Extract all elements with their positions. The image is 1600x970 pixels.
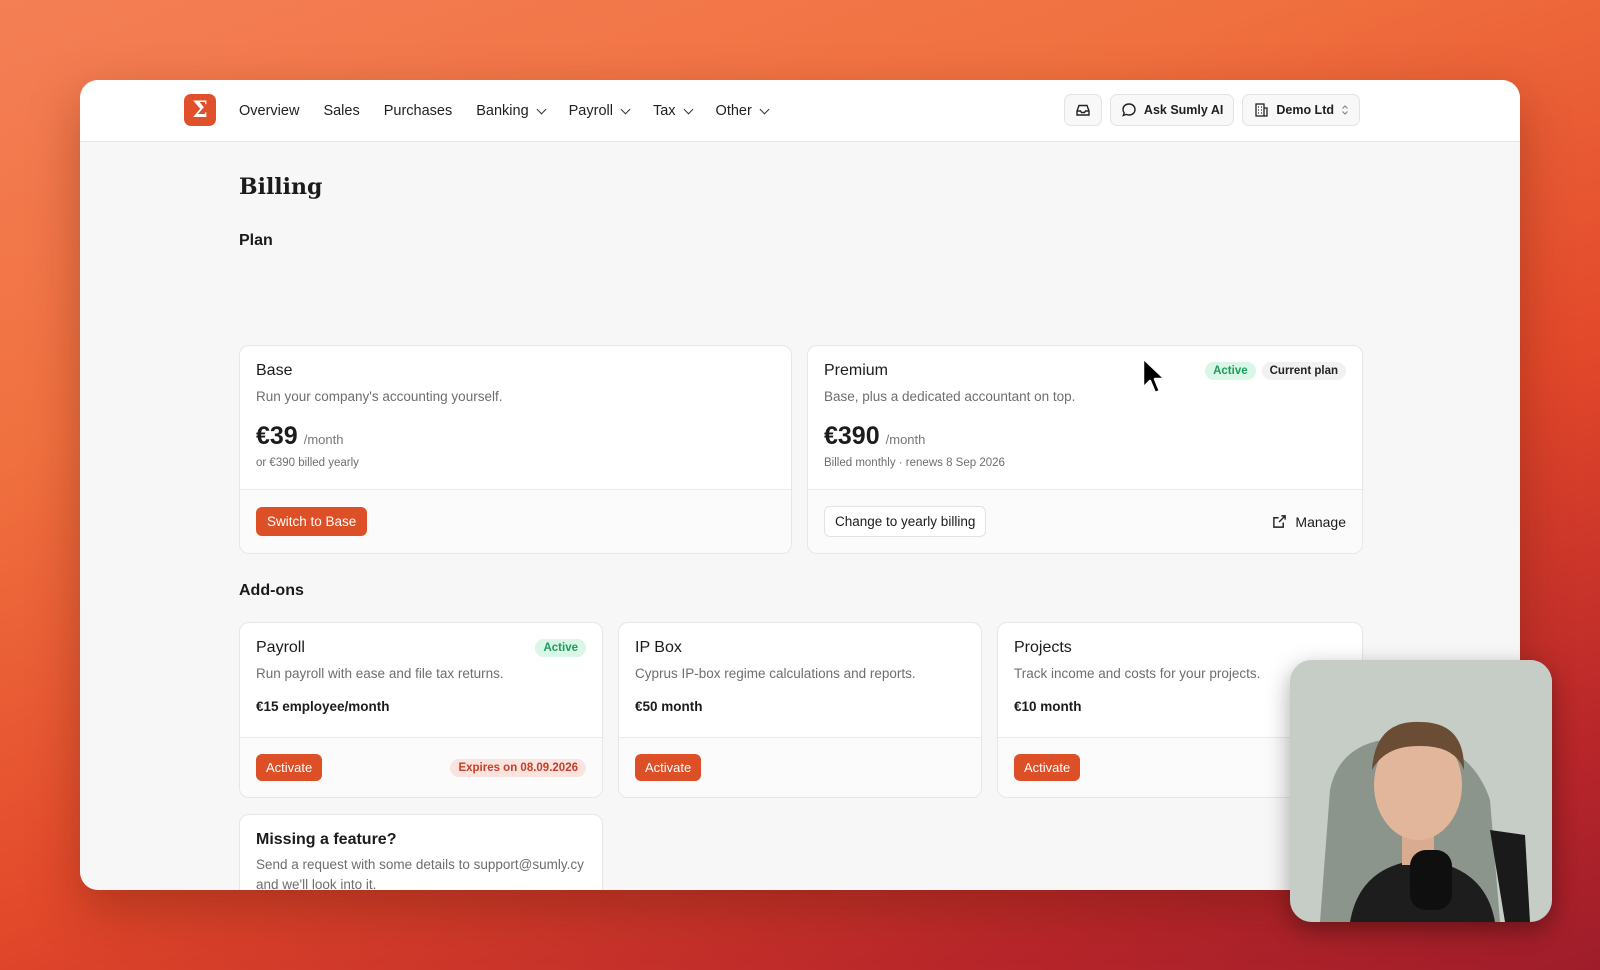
plan-description: Base, plus a dedicated accountant on top…	[824, 389, 1076, 404]
nav-label: Banking	[476, 103, 529, 119]
addon-price: €50 month	[635, 699, 703, 714]
addon-card-footer: Activate Expires on 08.09.2026	[240, 737, 602, 797]
inbox-icon	[1076, 104, 1090, 116]
activate-projects-button[interactable]: Activate	[1014, 754, 1081, 781]
external-link-icon	[1273, 515, 1287, 528]
chevron-down-icon	[683, 104, 693, 114]
top-navbar: Σ Overview Sales Purchases Banking Payro…	[80, 80, 1520, 142]
nav-other[interactable]: Other	[715, 103, 770, 119]
addon-card-ipbox: IP Box Cyprus IP-box regime calculations…	[618, 622, 982, 798]
nav-payroll[interactable]: Payroll	[568, 103, 631, 119]
change-to-yearly-button[interactable]: Change to yearly billing	[824, 506, 987, 537]
plan-price: €390	[824, 422, 880, 450]
addon-name: Payroll	[256, 639, 305, 656]
company-switcher[interactable]: Demo Ltd	[1242, 94, 1360, 126]
webcam-overlay	[1290, 660, 1552, 922]
nav-label: Overview	[239, 103, 300, 119]
nav-label: Other	[715, 103, 752, 119]
addon-description: Cyprus IP-box regime calculations and re…	[635, 666, 916, 681]
plan-period: /month	[885, 432, 926, 447]
ask-ai-label: Ask Sumly AI	[1143, 103, 1224, 117]
chevron-down-icon	[536, 104, 547, 114]
plan-subtext: or €390 billed yearly	[256, 457, 359, 469]
manage-label: Manage	[1295, 513, 1346, 530]
activate-ipbox-button[interactable]: Activate	[635, 754, 702, 781]
chevron-down-icon	[759, 104, 770, 114]
main-nav: Overview Sales Purchases Banking Payroll…	[239, 80, 770, 142]
nav-label: Payroll	[568, 103, 613, 119]
plan-price: €39	[256, 422, 298, 450]
nav-label: Purchases	[383, 103, 453, 119]
activate-payroll-button[interactable]: Activate	[256, 754, 323, 781]
chevron-down-icon	[620, 104, 631, 114]
company-label: Demo Ltd	[1276, 103, 1334, 117]
addon-name: IP Box	[635, 639, 682, 656]
addon-description: Run payroll with ease and file tax retur…	[256, 666, 504, 681]
plan-name: Premium	[824, 362, 889, 379]
plan-card-footer: Switch to Base	[240, 489, 791, 553]
nav-tax[interactable]: Tax	[652, 103, 693, 119]
plan-name: Base	[256, 362, 293, 379]
inbox-button[interactable]	[1063, 94, 1102, 126]
plan-description: Run your company's accounting yourself.	[256, 389, 503, 404]
addon-price: €15 employee/month	[256, 699, 390, 714]
nav-label: Sales	[323, 103, 360, 119]
plan-period: /month	[303, 432, 344, 447]
nav-purchases[interactable]: Purchases	[384, 103, 453, 119]
plan-subtext: Billed monthly · renews 8 Sep 2026	[824, 457, 1005, 469]
missing-feature-card: Missing a feature? Send a request with s…	[239, 814, 603, 890]
mouse-cursor-icon	[1141, 356, 1167, 395]
nav-overview[interactable]: Overview	[239, 103, 299, 119]
nav-sales[interactable]: Sales	[323, 103, 359, 119]
plan-section-title: Plan	[239, 232, 273, 249]
addon-card-payroll: Active Payroll Run payroll with ease and…	[239, 622, 603, 798]
nav-banking[interactable]: Banking	[476, 103, 547, 119]
addon-name: Projects	[1014, 639, 1072, 656]
plan-card-base: Base Run your company's accounting yours…	[239, 345, 792, 554]
nav-label: Tax	[652, 103, 676, 119]
plan-card-footer: Change to yearly billing Manage	[808, 489, 1362, 553]
page-title: Billing	[239, 174, 323, 200]
chat-bubble-icon	[1122, 103, 1136, 117]
plan-card-premium: Active Current plan Premium Base, plus a…	[807, 345, 1363, 554]
addons-section-title: Add-ons	[239, 582, 304, 599]
expires-badge: Expires on 08.09.2026	[450, 758, 586, 777]
building-icon	[1255, 103, 1269, 117]
missing-feature-text: Send a request with some details to supp…	[256, 857, 584, 890]
presenter-video-icon	[1290, 660, 1552, 922]
topbar-actions: Ask Sumly AI Demo Ltd	[1063, 94, 1360, 126]
ask-ai-button[interactable]: Ask Sumly AI	[1109, 94, 1235, 126]
addon-card-footer: Activate	[619, 737, 981, 797]
chevron-up-down-icon	[1342, 105, 1348, 115]
switch-to-base-button[interactable]: Switch to Base	[256, 507, 368, 536]
missing-feature-title: Missing a feature?	[256, 831, 397, 848]
logo[interactable]: Σ	[184, 94, 216, 126]
manage-link[interactable]: Manage	[1272, 514, 1346, 530]
